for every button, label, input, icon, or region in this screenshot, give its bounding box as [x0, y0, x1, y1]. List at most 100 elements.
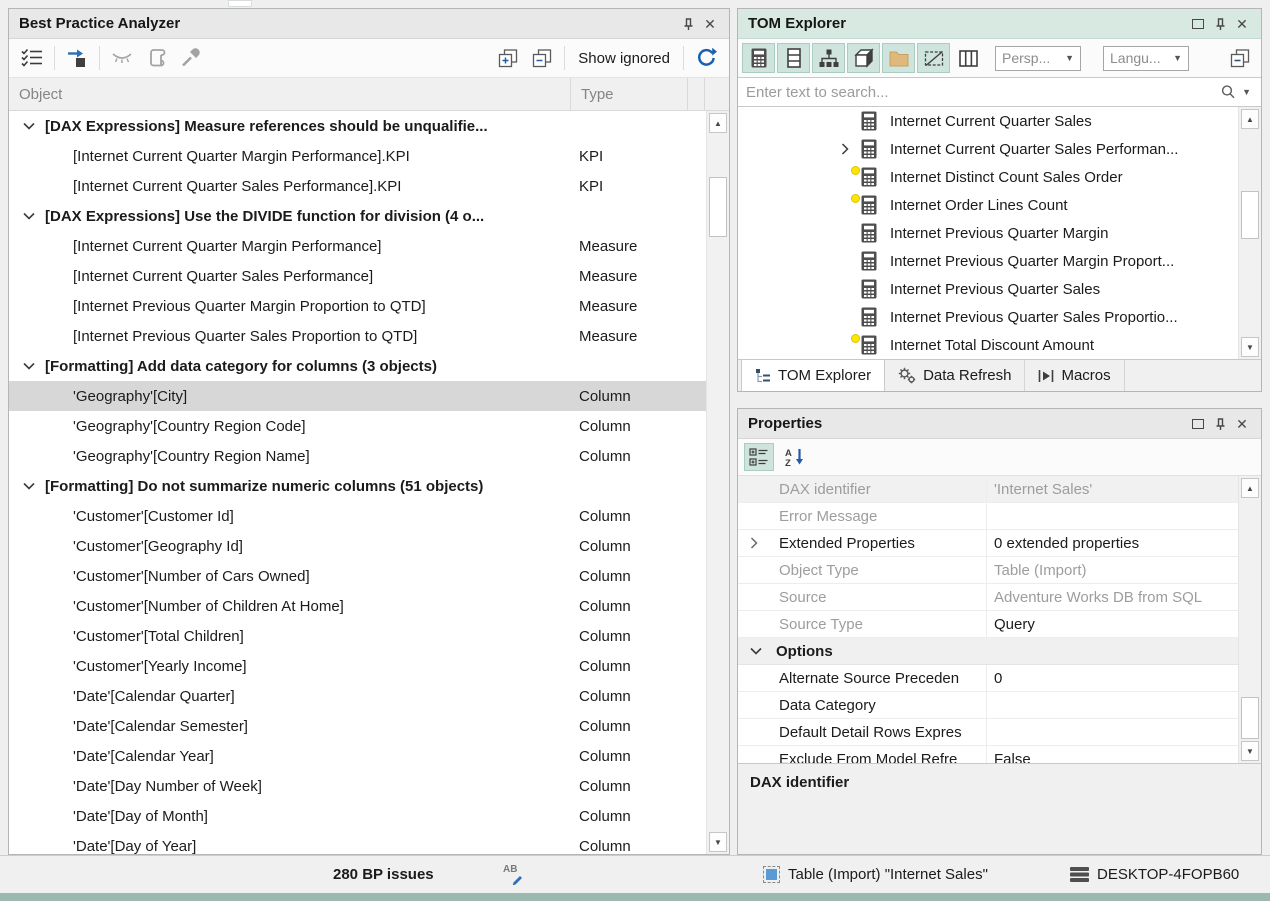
property-value[interactable]: Table (Import) — [994, 562, 1236, 579]
scroll-thumb[interactable] — [1241, 697, 1259, 739]
bp-issues-status[interactable]: 280 BP issues — [333, 856, 434, 893]
expand-chevron-icon[interactable] — [841, 143, 849, 155]
property-value[interactable]: Query — [994, 616, 1236, 633]
chevron-down-icon[interactable] — [23, 482, 35, 490]
property-category-row[interactable]: Options — [738, 638, 1238, 665]
property-row[interactable]: DAX identifier 'Internet Sales' — [738, 476, 1238, 503]
show-tables-button[interactable] — [777, 43, 810, 73]
column-header-object[interactable]: Object — [9, 78, 571, 110]
show-ignored-button[interactable]: Show ignored — [570, 50, 678, 67]
refresh-button[interactable] — [691, 43, 721, 73]
collapse-all-button[interactable] — [527, 43, 557, 73]
expand-chevron-icon[interactable] — [750, 537, 758, 549]
property-row[interactable]: Extended Properties 0 extended propertie… — [738, 530, 1238, 557]
scroll-down-button[interactable]: ▼ — [709, 832, 727, 852]
bpa-group-row[interactable]: [DAX Expressions] Use the DIVIDE functio… — [9, 201, 706, 231]
property-row[interactable]: Default Detail Rows Expres — [738, 719, 1238, 746]
sort-alphabetical-button[interactable]: A Z — [780, 443, 810, 471]
scroll-up-button[interactable]: ▲ — [1241, 109, 1259, 129]
maximize-icon[interactable] — [1187, 414, 1209, 434]
tom-tree-row[interactable]: Internet Current Quarter Sales Performan… — [738, 135, 1238, 163]
properties-vertical-scrollbar[interactable]: ▲ ▼ — [1238, 476, 1261, 763]
tom-tree-row[interactable]: Internet Previous Quarter Margin — [738, 219, 1238, 247]
collapse-all-button[interactable] — [1225, 43, 1255, 73]
bpa-object-row[interactable]: 'Date'[Calendar Semester] Column — [9, 711, 706, 741]
bpa-object-row[interactable]: [Internet Previous Quarter Sales Proport… — [9, 321, 706, 351]
bpa-object-row[interactable]: 'Geography'[Country Region Code] Column — [9, 411, 706, 441]
close-icon[interactable]: ✕ — [699, 14, 721, 34]
close-icon[interactable]: ✕ — [1231, 14, 1253, 34]
bpa-object-row[interactable]: [Internet Current Quarter Margin Perform… — [9, 141, 706, 171]
pin-icon[interactable] — [1209, 414, 1231, 434]
property-row[interactable]: Alternate Source Preceden 0 — [738, 665, 1238, 692]
bpa-object-row[interactable]: 'Date'[Day of Year] Column — [9, 831, 706, 854]
fix-screwdriver-icon[interactable] — [175, 43, 205, 73]
property-value[interactable]: False — [994, 751, 1236, 764]
tom-tree-row[interactable]: Internet Total Discount Amount — [738, 331, 1238, 359]
tom-vertical-scrollbar[interactable]: ▲ ▼ — [1238, 107, 1261, 359]
scroll-down-button[interactable]: ▼ — [1241, 741, 1259, 761]
show-folders-button[interactable] — [882, 43, 915, 73]
chevron-down-icon[interactable] — [23, 212, 35, 220]
bpa-object-row[interactable]: 'Date'[Day of Month] Column — [9, 801, 706, 831]
bpa-object-row[interactable]: 'Date'[Calendar Year] Column — [9, 741, 706, 771]
bpa-group-row[interactable]: [DAX Expressions] Measure references sho… — [9, 111, 706, 141]
chevron-down-icon[interactable] — [750, 647, 762, 655]
property-value[interactable]: 0 — [994, 670, 1236, 687]
perspective-select[interactable]: Persp... ▼ — [995, 46, 1081, 71]
expand-all-button[interactable] — [493, 43, 523, 73]
bpa-object-row[interactable]: 'Customer'[Number of Children At Home] C… — [9, 591, 706, 621]
rules-checklist-button[interactable] — [17, 43, 47, 73]
bpa-object-row[interactable]: 'Customer'[Yearly Income] Column — [9, 651, 706, 681]
maximize-icon[interactable] — [1187, 14, 1209, 34]
close-icon[interactable]: ✕ — [1231, 414, 1253, 434]
language-select[interactable]: Langu... ▼ — [1103, 46, 1189, 71]
property-row[interactable]: Data Category — [738, 692, 1238, 719]
chevron-down-icon[interactable] — [23, 362, 35, 370]
script-scroll-icon[interactable] — [141, 43, 171, 73]
column-header-type[interactable]: Type — [571, 78, 688, 110]
scroll-down-button[interactable]: ▼ — [1241, 337, 1259, 357]
scroll-up-button[interactable]: ▲ — [1241, 478, 1259, 498]
show-hidden-objects-button[interactable] — [917, 43, 950, 73]
show-hierarchies-button[interactable] — [812, 43, 845, 73]
rename-spellcheck-icon[interactable]: AB — [503, 856, 527, 893]
property-value[interactable]: 'Internet Sales' — [994, 481, 1236, 498]
pin-icon[interactable] — [677, 14, 699, 34]
search-input[interactable] — [744, 83, 1214, 102]
property-row[interactable]: Source Type Query — [738, 611, 1238, 638]
scroll-thumb[interactable] — [1241, 191, 1259, 239]
bpa-object-row[interactable]: 'Customer'[Number of Cars Owned] Column — [9, 561, 706, 591]
tab-macros[interactable]: Macros — [1025, 360, 1124, 391]
property-row[interactable]: Exclude From Model Refre False — [738, 746, 1238, 763]
tom-tree-row[interactable]: Internet Previous Quarter Sales — [738, 275, 1238, 303]
property-row[interactable]: Source Adventure Works DB from SQL — [738, 584, 1238, 611]
show-columns-button[interactable] — [952, 43, 985, 73]
bpa-object-row[interactable]: 'Customer'[Total Children] Column — [9, 621, 706, 651]
bpa-group-row[interactable]: [Formatting] Do not summarize numeric co… — [9, 471, 706, 501]
bpa-object-row[interactable]: [Internet Current Quarter Sales Performa… — [9, 261, 706, 291]
bpa-object-row[interactable]: [Internet Current Quarter Sales Performa… — [9, 171, 706, 201]
bpa-object-row[interactable]: 'Customer'[Geography Id] Column — [9, 531, 706, 561]
tom-tree-row[interactable]: Internet Previous Quarter Sales Proporti… — [738, 303, 1238, 331]
tab-tom-explorer[interactable]: TOM Explorer — [741, 360, 885, 391]
tom-tree-row[interactable]: Internet Current Quarter Sales — [738, 107, 1238, 135]
chevron-down-icon[interactable] — [23, 122, 35, 130]
bpa-object-row[interactable]: 'Customer'[Customer Id] Column — [9, 501, 706, 531]
search-icon[interactable] — [1220, 84, 1236, 100]
goto-object-button[interactable] — [62, 43, 92, 73]
bpa-object-row[interactable]: 'Date'[Day Number of Week] Column — [9, 771, 706, 801]
bpa-group-row[interactable]: [Formatting] Add data category for colum… — [9, 351, 706, 381]
tab-data-refresh[interactable]: Data Refresh — [885, 360, 1025, 391]
property-row[interactable]: Error Message — [738, 503, 1238, 530]
tom-tree-row[interactable]: Internet Order Lines Count — [738, 191, 1238, 219]
bpa-object-row[interactable]: 'Geography'[Country Region Name] Column — [9, 441, 706, 471]
pin-icon[interactable] — [1209, 14, 1231, 34]
bpa-vertical-scrollbar[interactable]: ▲ ▼ — [706, 111, 729, 854]
selected-object-status[interactable]: Table (Import) "Internet Sales" — [763, 856, 988, 893]
bpa-object-row[interactable]: 'Date'[Calendar Quarter] Column — [9, 681, 706, 711]
ignore-item-eye-icon[interactable] — [107, 43, 137, 73]
categorized-view-button[interactable] — [744, 443, 774, 471]
server-status[interactable]: DESKTOP-4FOPB60 — [1070, 856, 1239, 893]
property-row[interactable]: Object Type Table (Import) — [738, 557, 1238, 584]
